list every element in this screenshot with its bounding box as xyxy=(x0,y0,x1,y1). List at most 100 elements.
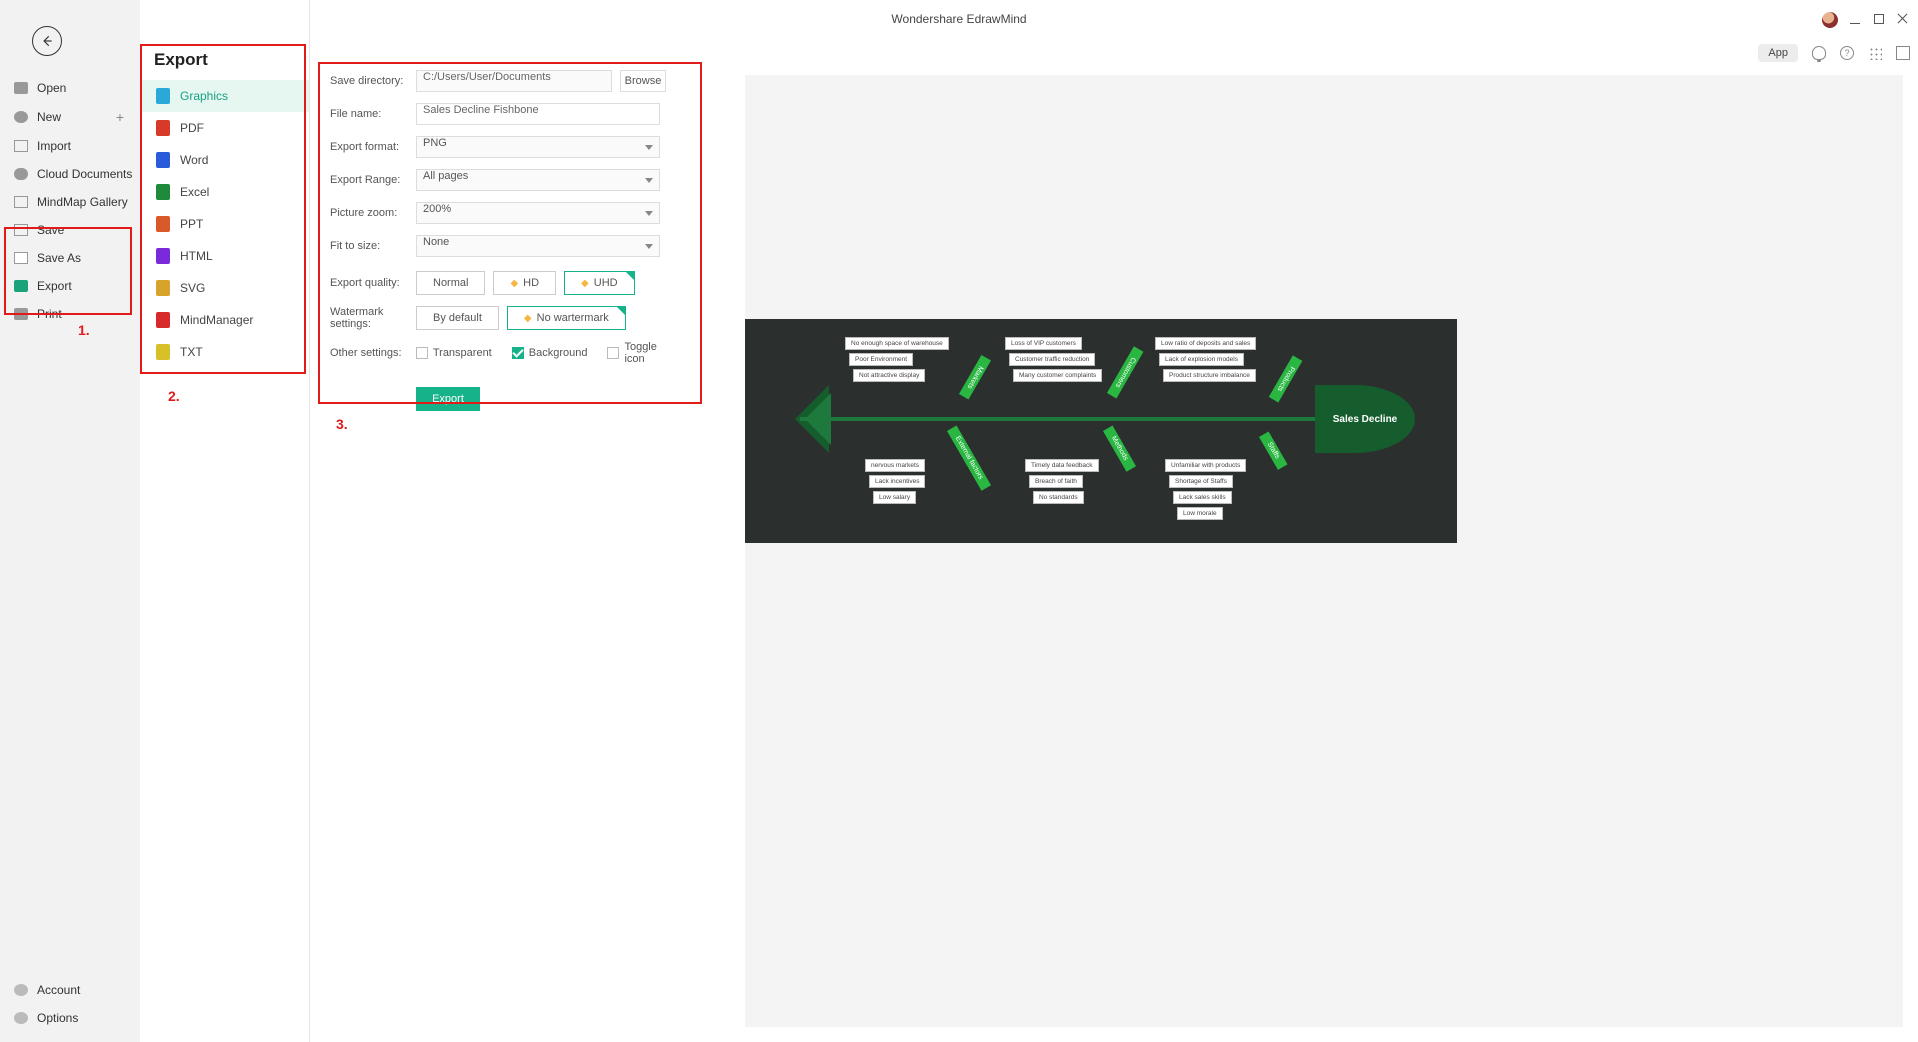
sidebar-label: Open xyxy=(37,81,66,95)
diamond-icon: ◆ xyxy=(510,278,518,289)
note: Loss of VIP customers xyxy=(1005,337,1082,350)
avatar[interactable] xyxy=(1822,12,1838,28)
label-format: Export format: xyxy=(330,141,416,153)
browse-button[interactable]: Browse xyxy=(620,70,666,92)
sidebar-bottom: Account Options xyxy=(0,976,140,1032)
format-label: Excel xyxy=(180,185,209,199)
note: Unfamiliar with products xyxy=(1165,459,1246,472)
folder-icon xyxy=(14,82,28,94)
format-item-mindmanager[interactable]: MindManager xyxy=(140,304,309,336)
preview-area: Sales Decline Markets Customers Products… xyxy=(745,75,1903,1027)
fit-select[interactable]: None xyxy=(416,235,660,257)
selected-corner-icon xyxy=(616,306,626,316)
disk-icon xyxy=(14,224,28,236)
format-label: Graphics xyxy=(180,89,228,103)
quality-normal-label: Normal xyxy=(433,277,468,289)
zoom-select[interactable]: 200% xyxy=(416,202,660,224)
file-type-icon xyxy=(156,216,170,232)
format-item-html[interactable]: HTML xyxy=(140,240,309,272)
sidebar-label: Export xyxy=(37,279,72,293)
sidebar-label: New xyxy=(37,110,61,124)
sidebar-item-print[interactable]: Print xyxy=(0,300,140,328)
apps-icon[interactable] xyxy=(1868,46,1882,60)
chk-label: Background xyxy=(529,347,588,359)
format-item-txt[interactable]: TXT xyxy=(140,336,309,368)
back-button[interactable] xyxy=(32,26,62,56)
sidebar-item-saveas[interactable]: Save As xyxy=(0,244,140,272)
quality-normal-button[interactable]: Normal xyxy=(416,271,485,295)
format-item-excel[interactable]: Excel xyxy=(140,176,309,208)
sidebar-label: Save As xyxy=(37,251,81,265)
checkbox-toggle-icon[interactable]: Toggle icon xyxy=(607,341,680,365)
export-options: Save directory: C:/Users/User/Documents … xyxy=(330,70,700,422)
annotation-label-1: 1. xyxy=(78,322,90,338)
note: nervous markets xyxy=(865,459,925,472)
sidebar-item-account[interactable]: Account xyxy=(0,976,140,1004)
format-item-ppt[interactable]: PPT xyxy=(140,208,309,240)
sidebar-item-open[interactable]: Open xyxy=(0,74,140,102)
sidebar-label: Options xyxy=(37,1011,78,1025)
file-type-icon xyxy=(156,280,170,296)
label-fit: Fit to size: xyxy=(330,240,416,252)
close-icon[interactable] xyxy=(1898,14,1908,24)
sidebar-item-export[interactable]: Export xyxy=(0,272,140,300)
bone-products: Products xyxy=(1269,355,1302,402)
add-icon[interactable]: + xyxy=(116,109,124,125)
sidebar-item-import[interactable]: Import xyxy=(0,132,140,160)
watermark-default-label: By default xyxy=(433,312,482,324)
diamond-icon: ◆ xyxy=(524,313,532,324)
note: Many customer complaints xyxy=(1013,369,1102,382)
sidebar-item-new[interactable]: New + xyxy=(0,102,140,132)
note: Lack of explosion models xyxy=(1159,353,1244,366)
format-item-pdf[interactable]: PDF xyxy=(140,112,309,144)
note: Poor Environment xyxy=(849,353,913,366)
save-dir-input[interactable]: C:/Users/User/Documents xyxy=(416,70,612,92)
minimize-icon[interactable] xyxy=(1850,14,1860,24)
format-label: PPT xyxy=(180,217,203,231)
quality-hd-button[interactable]: ◆HD xyxy=(493,271,556,295)
checkbox-background[interactable]: Background xyxy=(512,347,588,359)
checkbox-transparent[interactable]: Transparent xyxy=(416,347,492,359)
hexagon-icon[interactable] xyxy=(1896,46,1910,60)
file-type-icon xyxy=(156,120,170,136)
bell-icon[interactable] xyxy=(1812,46,1826,60)
note: Lack sales skills xyxy=(1173,491,1232,504)
checkbox-checked-icon xyxy=(512,347,524,359)
watermark-default-button[interactable]: By default xyxy=(416,306,499,330)
sidebar-label: Account xyxy=(37,983,80,997)
note: Low ratio of deposits and sales xyxy=(1155,337,1256,350)
sidebar-item-gallery[interactable]: MindMap Gallery xyxy=(0,188,140,216)
file-name-input[interactable]: Sales Decline Fishbone xyxy=(416,103,660,125)
format-select[interactable]: PNG xyxy=(416,136,660,158)
selected-corner-icon xyxy=(625,271,635,281)
note: Low salary xyxy=(873,491,916,504)
export-button[interactable]: Export xyxy=(416,387,480,411)
help-icon[interactable]: ? xyxy=(1840,46,1854,60)
head-label: Sales Decline xyxy=(1333,414,1397,425)
sidebar-label: MindMap Gallery xyxy=(37,195,128,209)
quality-uhd-button[interactable]: ◆UHD xyxy=(564,271,635,295)
note: Not attractive display xyxy=(853,369,925,382)
sidebar-item-options[interactable]: Options xyxy=(0,1004,140,1032)
sidebar-item-save[interactable]: Save xyxy=(0,216,140,244)
sidebar: Open New + Import Cloud Documents MindMap… xyxy=(0,0,140,1042)
maximize-icon[interactable] xyxy=(1874,14,1884,24)
format-label: TXT xyxy=(180,345,203,359)
format-label: Word xyxy=(180,153,208,167)
sidebar-label: Save xyxy=(37,223,64,237)
format-label: HTML xyxy=(180,249,213,263)
watermark-none-button[interactable]: ◆No wartermark xyxy=(507,306,626,330)
sidebar-item-cloud[interactable]: Cloud Documents xyxy=(0,160,140,188)
app-badge[interactable]: App xyxy=(1758,44,1798,62)
note: Low morale xyxy=(1177,507,1223,520)
range-select[interactable]: All pages xyxy=(416,169,660,191)
label-file-name: File name: xyxy=(330,108,416,120)
format-item-word[interactable]: Word xyxy=(140,144,309,176)
file-type-icon xyxy=(156,312,170,328)
chk-label: Transparent xyxy=(433,347,492,359)
note: Breach of faith xyxy=(1029,475,1083,488)
format-item-graphics[interactable]: Graphics xyxy=(140,80,309,112)
bone-customers: Customers xyxy=(1107,346,1143,398)
note: Product structure imbalance xyxy=(1163,369,1256,382)
format-item-svg[interactable]: SVG xyxy=(140,272,309,304)
